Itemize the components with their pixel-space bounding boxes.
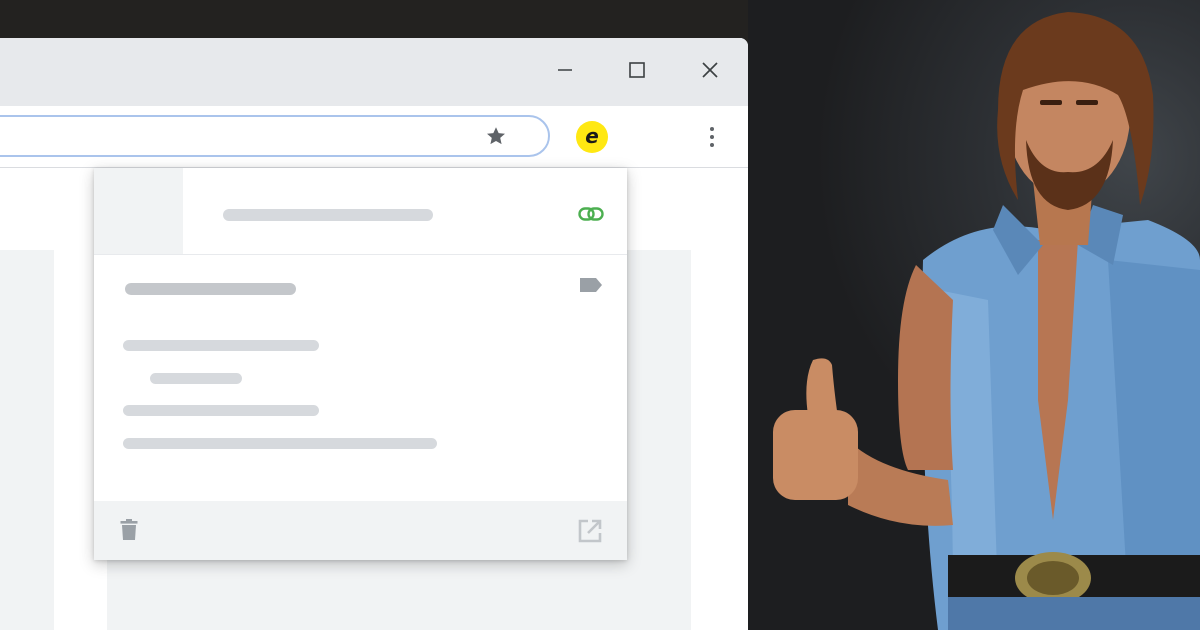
- minimize-button[interactable]: [543, 48, 587, 92]
- star-icon: [487, 127, 505, 145]
- browser-menu-button[interactable]: [696, 120, 728, 154]
- man-thumbs-up-illustration: [773, 12, 1200, 630]
- trash-icon: [120, 519, 138, 540]
- extension-button[interactable]: e: [576, 121, 608, 153]
- open-in-new-icon: [578, 519, 602, 543]
- text-placeholder-2: [150, 373, 242, 384]
- more-vert-icon: [710, 127, 714, 131]
- text-placeholder-3: [123, 405, 319, 416]
- link-icon: [578, 207, 604, 221]
- label-icon: [580, 278, 602, 292]
- text-placeholder-4: [123, 438, 437, 449]
- maximize-button[interactable]: [615, 48, 659, 92]
- popup-footer: [94, 501, 627, 560]
- hero-photo: [748, 0, 1200, 630]
- minimize-icon: [558, 69, 572, 71]
- extension-logo: e: [585, 124, 599, 148]
- copy-link-button[interactable]: [576, 202, 606, 226]
- bookmark-star-button[interactable]: [482, 122, 510, 150]
- heading-placeholder: [125, 283, 296, 295]
- close-icon: [702, 62, 718, 78]
- text-placeholder-1: [123, 340, 319, 351]
- address-bar[interactable]: [0, 115, 550, 157]
- page-thumbnail: [94, 168, 183, 254]
- popup-header: [94, 168, 627, 255]
- title-bar: [0, 38, 748, 106]
- browser-toolbar: e: [0, 106, 748, 168]
- bookmark-popup: [94, 168, 627, 560]
- maximize-icon: [629, 62, 645, 78]
- close-button[interactable]: [688, 48, 732, 92]
- tag-button[interactable]: [577, 274, 605, 296]
- address-input[interactable]: [12, 123, 432, 149]
- open-in-new-button[interactable]: [575, 516, 605, 546]
- title-placeholder: [223, 209, 433, 221]
- content-placeholder-left: [0, 250, 54, 630]
- delete-button[interactable]: [116, 517, 142, 543]
